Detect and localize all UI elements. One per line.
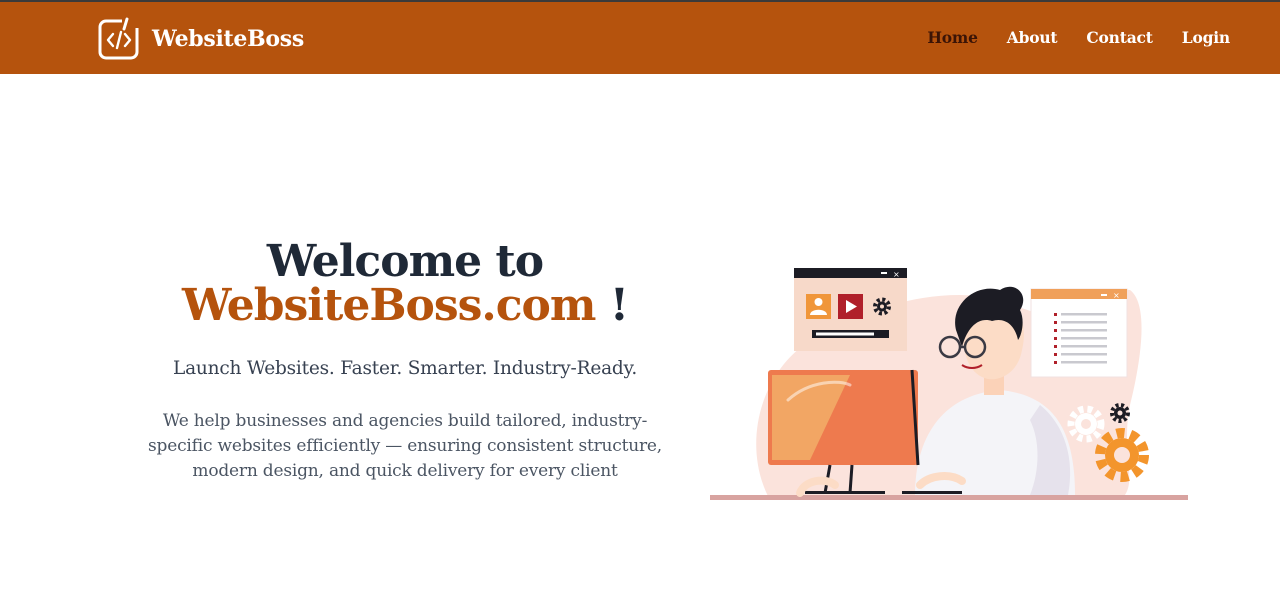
developer-at-computer-illustration: × × bbox=[710, 268, 1188, 500]
hero-title-suffix: ! bbox=[595, 280, 629, 331]
nav-home[interactable]: Home bbox=[927, 28, 978, 47]
hero-title-line2: WebsiteBoss.com ! bbox=[130, 284, 680, 328]
nav-login[interactable]: Login bbox=[1182, 28, 1230, 47]
user-icon bbox=[806, 294, 831, 319]
top-navbar: WebsiteBoss Home About Contact Login bbox=[0, 0, 1280, 74]
hero-description: We help businesses and agencies build ta… bbox=[148, 411, 662, 481]
svg-text:×: × bbox=[893, 270, 900, 279]
hero-tagline: Launch Websites. Faster. Smarter. Indust… bbox=[172, 358, 638, 379]
hero-title-brand: WebsiteBoss.com bbox=[181, 280, 596, 331]
hero-title: Welcome to WebsiteBoss.com ! bbox=[130, 240, 680, 328]
hero-section: Welcome to WebsiteBoss.com ! Launch Webs… bbox=[130, 240, 680, 484]
hero-title-line1: Welcome to bbox=[266, 236, 544, 287]
code-window-icon bbox=[98, 17, 139, 60]
nav-about[interactable]: About bbox=[1007, 28, 1058, 47]
main-nav: Home About Contact Login bbox=[898, 28, 1230, 47]
brand-name: WebsiteBoss bbox=[152, 26, 304, 52]
document-window: × bbox=[1030, 288, 1128, 378]
svg-text:×: × bbox=[1113, 291, 1120, 300]
media-window: × bbox=[794, 268, 907, 351]
nav-contact[interactable]: Contact bbox=[1086, 28, 1153, 47]
brand-logo-link[interactable]: WebsiteBoss bbox=[98, 17, 304, 61]
desk-line bbox=[710, 495, 1188, 500]
